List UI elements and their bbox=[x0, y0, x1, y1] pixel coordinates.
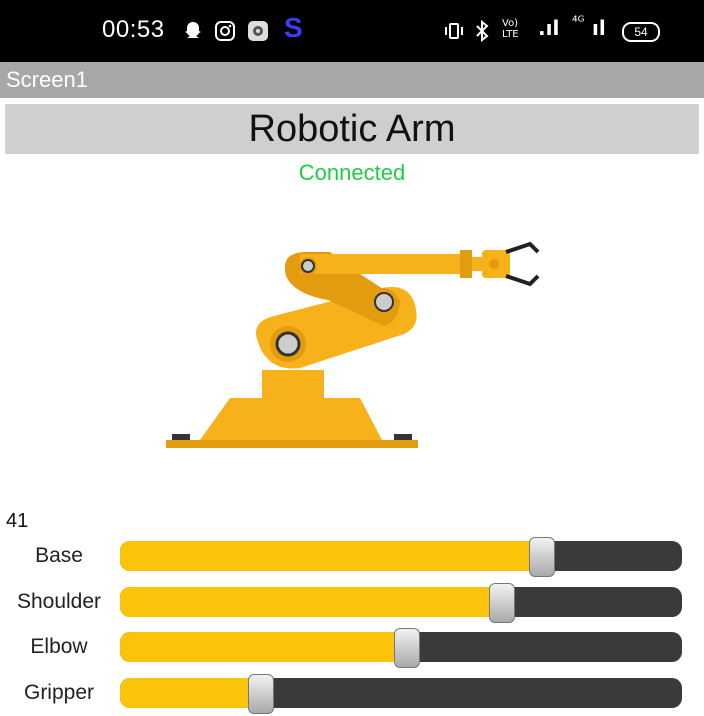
snapchat-icon bbox=[182, 18, 204, 44]
signal-strength-2-icon: ıl bbox=[592, 16, 606, 40]
connection-status: Connected bbox=[298, 160, 406, 185]
app-title-bar: Screen1 bbox=[0, 62, 704, 98]
shoulder-slider-track[interactable] bbox=[120, 587, 682, 617]
status-time: 00:53 bbox=[102, 16, 165, 43]
gripper-label: Gripper bbox=[23, 681, 95, 704]
gripper-slider-track[interactable] bbox=[120, 678, 682, 708]
instagram-icon bbox=[214, 18, 236, 44]
vibrate-icon bbox=[444, 18, 464, 44]
slider-row-gripper: Gripper bbox=[0, 673, 704, 714]
bluetooth-icon bbox=[474, 18, 490, 44]
signal-strength-1-icon: .ıl bbox=[538, 16, 560, 40]
elbow-slider-fill bbox=[120, 632, 407, 662]
elbow-label: Elbow bbox=[30, 635, 88, 658]
shoulder-label: Shoulder bbox=[16, 590, 102, 613]
gripper-slider-fill bbox=[120, 678, 261, 708]
robotic-arm-illustration bbox=[166, 241, 540, 448]
base-slider-thumb[interactable] bbox=[528, 537, 555, 577]
slider-row-elbow: Elbow bbox=[0, 627, 704, 668]
gripper-slider-thumb[interactable] bbox=[247, 674, 274, 714]
base-slider-track[interactable] bbox=[120, 541, 682, 571]
volte-label: Vo) LTE bbox=[502, 18, 519, 40]
battery-icon: 54 bbox=[622, 22, 660, 42]
network-type-label: ⁴ᴳ bbox=[572, 14, 585, 30]
page-title: Robotic Arm bbox=[5, 104, 699, 154]
slider-row-base: Base bbox=[0, 536, 704, 577]
shoulder-slider-thumb[interactable] bbox=[489, 583, 516, 623]
base-label: Base bbox=[35, 544, 83, 567]
status-bar: 00:53 S Vo) LTE .ıl ⁴ᴳ ıl 54 bbox=[0, 0, 704, 62]
shoulder-slider-fill bbox=[120, 587, 503, 617]
slider-value-display: 41 bbox=[6, 510, 29, 532]
settings-icon bbox=[246, 18, 270, 44]
base-slider-fill bbox=[120, 541, 542, 571]
slider-row-shoulder: Shoulder bbox=[0, 582, 704, 623]
elbow-slider-thumb[interactable] bbox=[393, 628, 420, 668]
status-app-icon: S bbox=[284, 12, 303, 43]
